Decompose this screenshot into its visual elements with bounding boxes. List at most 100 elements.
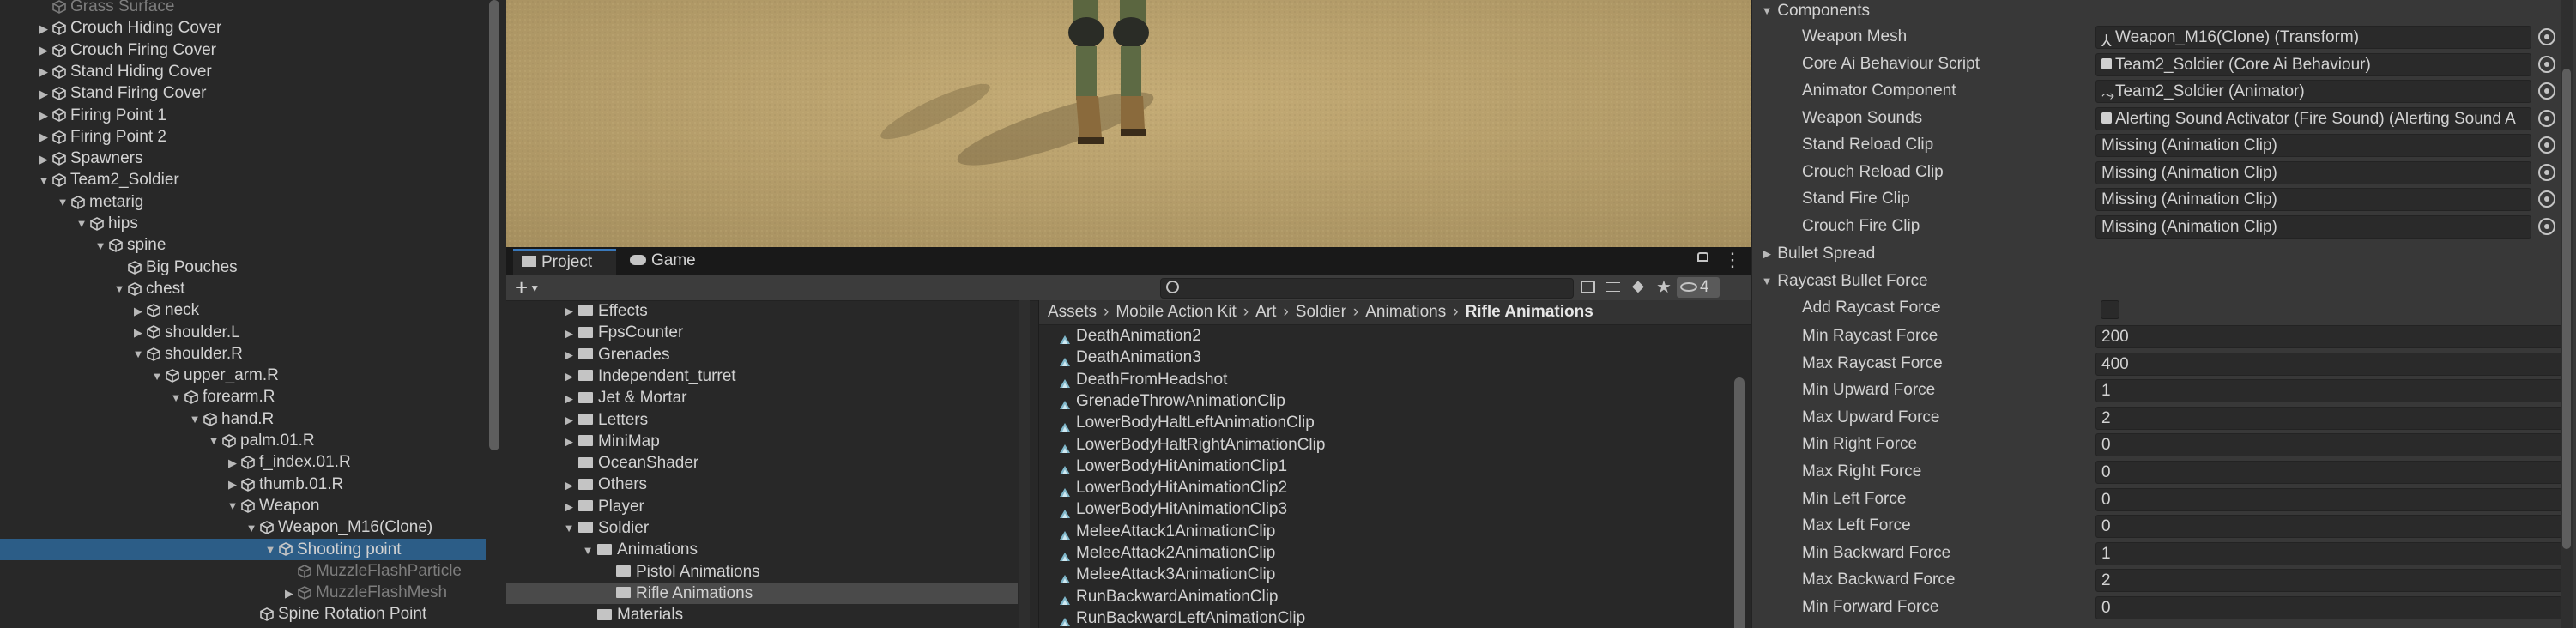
folder-item[interactable]: ▶ Effects xyxy=(563,300,648,322)
expand-right-arrow-icon[interactable]: ▶ xyxy=(563,323,575,344)
animation-clip-item[interactable]: DeathAnimation3 xyxy=(1058,347,1201,368)
expand-right-arrow-icon[interactable]: ▶ xyxy=(227,474,239,495)
hierarchy-item[interactable]: ▼ Weapon_M16(Clone) xyxy=(245,516,433,538)
hierarchy-item[interactable]: ▼ spine xyxy=(94,234,166,256)
folder-item[interactable]: ▼ Animations xyxy=(582,539,698,560)
hierarchy-item[interactable]: ▶ Spawners xyxy=(38,148,143,169)
hierarchy-item[interactable]: ▼ Weapon xyxy=(227,495,320,516)
object-picker-target-icon[interactable] xyxy=(2538,190,2555,208)
expand-down-arrow-icon[interactable]: ▼ xyxy=(38,170,50,191)
folder-item[interactable]: OceanShader xyxy=(563,452,698,474)
hierarchy-item[interactable]: ▶ shoulder.L xyxy=(132,322,240,343)
expand-down-arrow-icon[interactable]: ▼ xyxy=(170,387,182,408)
number-input[interactable]: 0 xyxy=(2095,461,2562,484)
hierarchy-item[interactable]: ▶ thumb.01.R xyxy=(227,474,343,495)
breadcrumb-item[interactable]: Rifle Animations xyxy=(1466,303,1593,321)
object-picker-target-icon[interactable] xyxy=(2538,217,2555,235)
object-picker-target-icon[interactable] xyxy=(2538,136,2555,154)
expand-right-arrow-icon[interactable]: ▶ xyxy=(38,105,50,126)
object-reference-field[interactable]: ⅄ Weapon_M16(Clone) (Transform) xyxy=(2095,26,2531,49)
hierarchy-item[interactable]: ▼ Shooting point xyxy=(264,539,402,560)
expand-down-arrow-icon[interactable]: ▼ xyxy=(132,343,144,365)
expand-down-arrow-icon[interactable]: ▼ xyxy=(113,278,125,299)
kebab-menu-icon[interactable]: ⋮ xyxy=(1723,249,1742,271)
expand-down-arrow-icon[interactable]: ▼ xyxy=(189,408,201,430)
expand-right-arrow-icon[interactable]: ▶ xyxy=(563,388,575,409)
breadcrumb-item[interactable]: Assets xyxy=(1048,303,1097,321)
tab-project[interactable]: Project xyxy=(513,249,616,275)
object-picker-target-icon[interactable] xyxy=(2538,82,2555,100)
expand-right-arrow-icon[interactable]: ▶ xyxy=(38,148,50,170)
components-foldout[interactable]: ▼ Components xyxy=(1761,0,1870,21)
folder-item[interactable]: Rifle Animations xyxy=(601,583,753,604)
expand-right-arrow-icon[interactable]: ▶ xyxy=(38,126,50,148)
expand-right-arrow-icon[interactable]: ▶ xyxy=(563,474,575,496)
animation-clip-item[interactable]: MeleeAttack1AnimationClip xyxy=(1058,521,1275,542)
hierarchy-item[interactable]: Big Pouches xyxy=(113,257,238,278)
hierarchy-item[interactable]: ▶ Stand Hiding Cover xyxy=(38,61,212,82)
hierarchy-item[interactable]: Grass Surface xyxy=(38,0,174,17)
raycast-foldout[interactable]: ▼ Raycast Bullet Force xyxy=(1761,270,1928,292)
expand-down-arrow-icon[interactable]: ▼ xyxy=(94,235,106,257)
folder-item[interactable]: ▶ Jet & Mortar xyxy=(563,387,686,408)
object-picker-target-icon[interactable] xyxy=(2538,55,2555,73)
folder-tree-scrollbar[interactable] xyxy=(1019,300,1030,628)
breadcrumb-item[interactable]: Animations xyxy=(1365,303,1446,321)
folder-item[interactable]: ▶ FpsCounter xyxy=(563,322,683,343)
animation-clip-item[interactable]: LowerBodyHitAnimationClip2 xyxy=(1058,477,1287,498)
animation-clip-item[interactable]: RunBackwardAnimationClip xyxy=(1058,586,1279,607)
folder-item[interactable]: ▶ Grenades xyxy=(563,344,669,365)
hierarchy-item[interactable]: ▼ metarig xyxy=(57,191,144,213)
object-reference-field[interactable]: Missing (Animation Clip) xyxy=(2095,214,2531,239)
folder-item[interactable]: ▶ Player xyxy=(563,496,644,517)
folder-item[interactable]: ▼ Soldier xyxy=(563,517,650,539)
number-input[interactable]: 400 xyxy=(2095,352,2562,376)
hierarchy-item[interactable]: ▼ hips xyxy=(76,213,138,234)
animation-clip-item[interactable]: LowerBodyHaltRightAnimationClip xyxy=(1058,434,1325,456)
breadcrumb-item[interactable]: Art xyxy=(1255,303,1276,321)
animation-clip-item[interactable]: MeleeAttack2AnimationClip xyxy=(1058,542,1275,564)
number-input[interactable]: 0 xyxy=(2095,515,2562,539)
number-input[interactable]: 1 xyxy=(2095,541,2562,565)
hierarchy-item[interactable]: MuzzleFlashParticle xyxy=(283,560,462,582)
animation-clip-item[interactable]: GrenadeThrowAnimationClip xyxy=(1058,390,1285,412)
expand-down-arrow-icon[interactable]: ▼ xyxy=(151,365,163,387)
hierarchy-item[interactable]: ▶ Crouch Firing Cover xyxy=(38,39,216,61)
hierarchy-item[interactable]: ▼ shoulder.R xyxy=(132,343,243,365)
expand-right-arrow-icon[interactable]: ▶ xyxy=(563,365,575,387)
expand-right-arrow-icon[interactable]: ▶ xyxy=(283,583,295,604)
bullet-spread-foldout[interactable]: ▶ Bullet Spread xyxy=(1761,243,1875,264)
hierarchy-item[interactable]: ▼ palm.01.R xyxy=(208,430,315,451)
expand-down-arrow-icon[interactable]: ▼ xyxy=(264,539,276,560)
expand-right-arrow-icon[interactable]: ▶ xyxy=(563,496,575,517)
number-input[interactable]: 200 xyxy=(2095,325,2562,348)
search-by-type-icon[interactable] xyxy=(1581,281,1595,293)
expand-right-arrow-icon[interactable]: ▶ xyxy=(38,39,50,61)
expand-down-arrow-icon[interactable]: ▼ xyxy=(208,430,220,451)
number-input[interactable]: 2 xyxy=(2095,406,2562,430)
folder-item[interactable]: ▶ MiniMap xyxy=(563,431,660,452)
expand-right-arrow-icon[interactable]: ▶ xyxy=(563,431,575,452)
list-view-icon[interactable] xyxy=(1606,281,1620,293)
object-reference-field[interactable]: Alerting Sound Activator (Fire Sound) (A… xyxy=(2095,106,2531,130)
scene-view[interactable] xyxy=(506,0,1751,247)
search-input[interactable] xyxy=(1160,278,1574,299)
hierarchy-item[interactable]: ▼ chest xyxy=(113,278,185,299)
expand-right-arrow-icon[interactable]: ▶ xyxy=(38,18,50,39)
expand-right-arrow-icon[interactable]: ▶ xyxy=(38,83,50,105)
hierarchy-item[interactable]: ▶ Stand Firing Cover xyxy=(38,82,206,104)
animation-clip-item[interactable]: MeleeAttack3AnimationClip xyxy=(1058,564,1275,585)
expand-right-arrow-icon[interactable]: ▶ xyxy=(563,409,575,431)
expand-right-arrow-icon[interactable]: ▶ xyxy=(563,300,575,322)
object-picker-target-icon[interactable] xyxy=(2538,109,2555,127)
animation-clip-item[interactable]: DeathFromHeadshot xyxy=(1058,369,1227,390)
expand-right-arrow-icon[interactable]: ▶ xyxy=(38,61,50,82)
expand-right-arrow-icon[interactable]: ▶ xyxy=(132,322,144,343)
expand-down-arrow-icon[interactable]: ▼ xyxy=(57,191,69,213)
label-tag-icon[interactable]: ◆ xyxy=(1632,277,1644,295)
expand-down-arrow-icon[interactable]: ▼ xyxy=(227,495,239,516)
breadcrumb-item[interactable]: Mobile Action Kit xyxy=(1116,303,1236,321)
hierarchy-item[interactable]: ▶ MuzzleFlashMesh xyxy=(283,582,447,603)
hierarchy-scrollbar[interactable] xyxy=(489,0,499,450)
animation-clip-item[interactable]: LowerBodyHitAnimationClip1 xyxy=(1058,456,1287,477)
